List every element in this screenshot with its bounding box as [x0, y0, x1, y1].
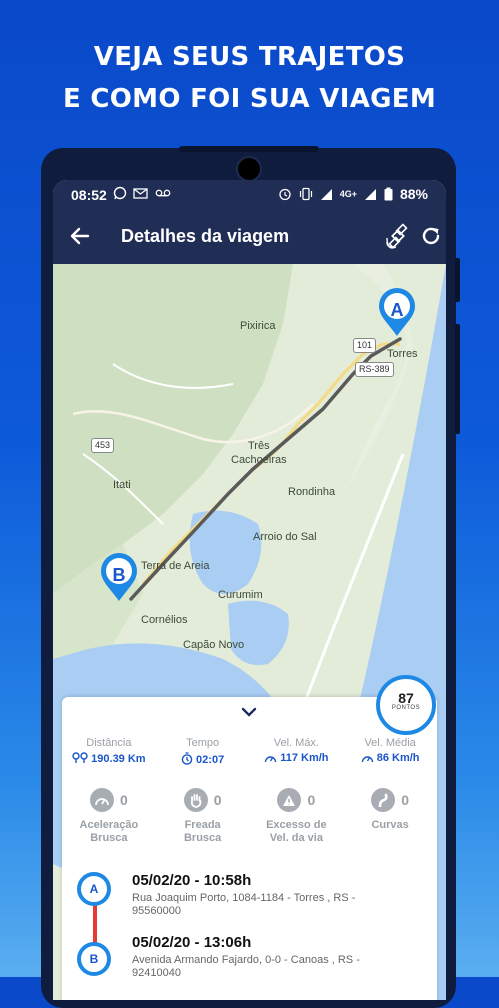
phone-volume-button	[455, 324, 460, 434]
front-camera	[236, 156, 262, 182]
event-label: Aceleração	[79, 819, 139, 831]
message-icon	[133, 187, 148, 199]
timeline-marker-b: B	[77, 942, 111, 976]
stat-distance: Distância 190.39 Km	[62, 737, 156, 766]
status-system-icons: 4G+ 88%	[278, 186, 428, 202]
stat-time: Tempo 02:07	[156, 737, 250, 766]
map-label-cornelios: Cornélios	[141, 614, 188, 626]
network-type: 4G+	[339, 189, 357, 199]
speedometer-icon	[361, 756, 373, 763]
map-label-torres: Torres	[387, 348, 418, 360]
stat-label: Tempo	[186, 737, 220, 749]
back-arrow-icon[interactable]	[67, 223, 93, 249]
stat-label: Vel. Máx.	[273, 737, 319, 749]
event-label: Excesso de	[266, 819, 327, 831]
stat-value: 02:07	[196, 754, 225, 766]
trip-details-card: 87 PONTOS Distância 190.39 Km Tempo 02:0…	[62, 675, 437, 1000]
stat-avg-speed: Vel. Média 86 Km/h	[343, 737, 437, 766]
battery-percent: 88%	[399, 186, 428, 202]
event-label: Freada	[184, 819, 221, 831]
signal-icon	[320, 188, 332, 200]
trip-start-datetime: 05/02/20 - 10:58h	[132, 872, 252, 889]
trip-end[interactable]: 05/02/20 - 13:06h Avenida Armando Fajard…	[132, 934, 372, 980]
trip-start[interactable]: 05/02/20 - 10:58h Rua Joaquim Porto, 108…	[132, 872, 372, 918]
event-label-2: Brusca	[183, 832, 222, 844]
event-count: 0	[213, 792, 222, 808]
trip-start-address: Rua Joaquim Porto, 1084-1184 - Torres , …	[132, 892, 356, 917]
timeline-marker-a: A	[77, 872, 111, 906]
score-value: 87	[398, 690, 414, 706]
signal-icon-2	[364, 188, 376, 200]
stat-label: Vel. Média	[364, 737, 416, 749]
status-notification-icons	[113, 186, 171, 200]
trip-end-address: Avenida Armando Fajardo, 0-0 - Canoas , …	[132, 954, 360, 979]
road-shield-rs389: RS-389	[355, 362, 394, 377]
stat-max-speed: Vel. Máx. 117 Km/h	[250, 737, 344, 766]
phone-speaker	[179, 146, 319, 152]
event-label: Curvas	[371, 819, 409, 831]
alarm-icon	[279, 188, 291, 201]
promo-headline: VEJA SEUS TRAJETOS E COMO FOI SUA VIAGEM	[0, 36, 499, 120]
stopwatch-icon	[181, 752, 193, 765]
stat-value: 86 Km/h	[376, 752, 420, 764]
map-marker-a-label: A	[390, 300, 404, 320]
battery-icon	[384, 187, 393, 201]
event-hard-acceleration: 0 Aceleração Brusca	[62, 787, 156, 845]
event-count: 0	[307, 792, 316, 808]
stat-value: 190.39 Km	[91, 753, 146, 765]
road-shield-453: 453	[91, 438, 115, 453]
warning-icon	[277, 788, 302, 812]
map-label-pixirica: Pixirica	[240, 320, 276, 332]
page-title: Detalhes da viagem	[121, 226, 290, 246]
stat-value: 117 Km/h	[280, 752, 329, 764]
driving-events: 0 Aceleração Brusca 0 Freada Brusca 0 Exce…	[62, 787, 437, 845]
distance-pins-icon	[72, 752, 88, 763]
score-label: PONTOS	[391, 705, 421, 711]
hand-stop-icon	[183, 788, 208, 812]
map-label-curumim: Curumim	[218, 589, 263, 601]
refresh-icon[interactable]	[419, 224, 443, 248]
map-label-tres: Três	[248, 440, 270, 452]
curve-road-icon	[371, 788, 396, 812]
status-bar: 08:52 4G+ 88%	[53, 180, 446, 210]
trip-end-datetime: 05/02/20 - 13:06h	[132, 934, 252, 951]
event-hard-braking: 0 Freada Brusca	[156, 787, 250, 845]
voicemail-icon	[155, 189, 171, 197]
headline-line-1: VEJA SEUS TRAJETOS	[93, 42, 406, 72]
map-marker-b-label: B	[112, 565, 126, 585]
chevron-down-icon[interactable]	[240, 705, 258, 719]
vibrate-icon	[299, 187, 312, 201]
map-label-cachoeiras: Cachoeiras	[231, 454, 287, 466]
gauge-icon	[89, 788, 114, 812]
event-label-2: Vel. da via	[269, 832, 323, 844]
whatsapp-icon	[113, 186, 127, 200]
headline-line-2: E COMO FOI SUA VIAGEM	[62, 84, 437, 114]
event-count: 0	[119, 792, 128, 808]
map-label-terra-de-areia: Terra de Areia	[141, 560, 210, 572]
map-label-itati: Itati	[113, 479, 131, 491]
satellite-icon[interactable]	[384, 222, 412, 250]
road-shield-101: 101	[353, 338, 377, 353]
phone-screen: 08:52 4G+ 88% Detalhes da viagem Pixiric…	[53, 180, 446, 1000]
event-curves: 0 Curvas	[343, 787, 437, 845]
stat-label: Distância	[86, 737, 132, 749]
map-label-rondinha: Rondinha	[288, 486, 336, 498]
status-time: 08:52	[71, 187, 107, 203]
map-label-arroio-do-sal: Arroio do Sal	[253, 531, 317, 543]
score-badge: 87 PONTOS	[376, 675, 436, 735]
trip-stats: Distância 190.39 Km Tempo 02:07 Vel. Máx…	[62, 737, 437, 766]
app-bar: Detalhes da viagem	[53, 210, 446, 264]
speedometer-icon	[265, 756, 277, 763]
event-label-2: Brusca	[90, 832, 128, 844]
phone-side-button	[455, 258, 460, 302]
event-count: 0	[401, 792, 410, 808]
event-speeding: 0 Excesso de Vel. da via	[250, 787, 344, 845]
map-label-capao-novo: Capão Novo	[183, 639, 245, 651]
